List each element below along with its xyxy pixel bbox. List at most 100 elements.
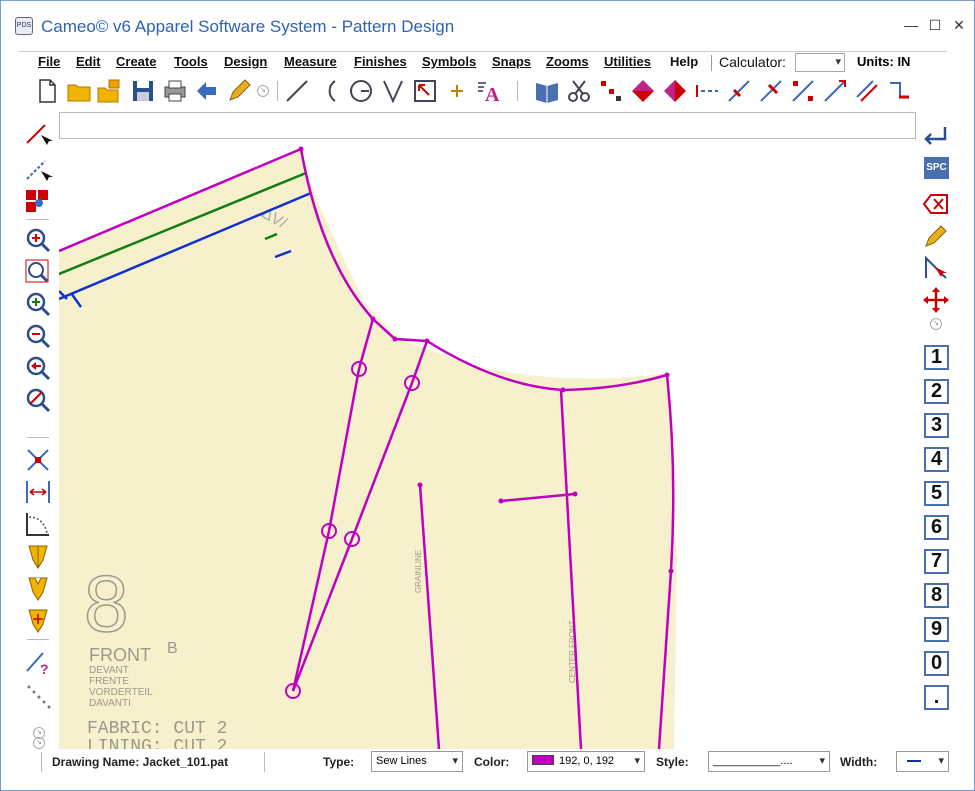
circle-icon[interactable] bbox=[347, 77, 375, 105]
command-line-input[interactable] bbox=[59, 112, 916, 139]
arc-icon[interactable] bbox=[315, 77, 343, 105]
menu-measure[interactable]: Measure bbox=[284, 54, 337, 69]
pattern-lining-label: LINING: CUT 2 bbox=[87, 737, 227, 749]
split-icon[interactable] bbox=[789, 77, 817, 105]
delete-icon[interactable] bbox=[921, 189, 951, 219]
toolbar-separator bbox=[27, 639, 49, 640]
minimize-button[interactable]: — bbox=[901, 13, 921, 37]
number-button-2[interactable]: 2 bbox=[924, 379, 949, 404]
right-toolbar-more-icon[interactable]: ↘ bbox=[930, 318, 942, 330]
number-button-decimal[interactable]: . bbox=[924, 685, 949, 710]
parallel-icon[interactable] bbox=[853, 77, 881, 105]
save-icon[interactable] bbox=[129, 77, 157, 105]
pencil-icon[interactable] bbox=[225, 77, 253, 105]
scissors-icon[interactable] bbox=[565, 77, 593, 105]
menu-help[interactable]: Help bbox=[670, 54, 698, 69]
menu-file[interactable]: File bbox=[38, 54, 60, 69]
number-button-4[interactable]: 4 bbox=[924, 447, 949, 472]
zoom-plus-icon[interactable] bbox=[23, 289, 53, 319]
zoom-in-icon[interactable] bbox=[23, 225, 53, 255]
number-button-7[interactable]: 7 bbox=[924, 549, 949, 574]
line-icon[interactable] bbox=[283, 77, 311, 105]
select-line-icon[interactable] bbox=[23, 155, 53, 185]
select-piece-icon[interactable] bbox=[23, 187, 53, 217]
toolbar-separator bbox=[517, 81, 518, 101]
color-label: Color: bbox=[474, 755, 510, 769]
type-select-value: Sew Lines bbox=[376, 755, 427, 767]
cross-icon[interactable] bbox=[757, 77, 785, 105]
width-select[interactable] bbox=[896, 751, 949, 772]
type-select[interactable]: Sew Lines bbox=[371, 751, 463, 772]
dash-line-icon[interactable] bbox=[693, 77, 721, 105]
right-toolbar: SPC ↘ 1 2 3 4 5 6 7 8 9 0 . bbox=[921, 113, 953, 723]
measure-distance-icon[interactable] bbox=[23, 477, 53, 507]
intersect-icon[interactable] bbox=[725, 77, 753, 105]
menu-utilities[interactable]: Utilities bbox=[604, 54, 651, 69]
rectangle-icon[interactable] bbox=[411, 77, 439, 105]
number-button-3[interactable]: 3 bbox=[924, 413, 949, 438]
calculator-select[interactable] bbox=[795, 53, 845, 72]
point-icon[interactable] bbox=[443, 77, 471, 105]
move-corner-icon[interactable] bbox=[885, 77, 913, 105]
number-button-1[interactable]: 1 bbox=[924, 345, 949, 370]
curve-measure-icon[interactable] bbox=[23, 509, 53, 539]
piece-notch-icon[interactable] bbox=[23, 573, 53, 603]
menu-zooms[interactable]: Zooms bbox=[546, 54, 589, 69]
pencil-edit-icon[interactable] bbox=[921, 221, 951, 251]
pattern-fabric-label: FABRIC: CUT 2 bbox=[87, 719, 227, 739]
number-button-9[interactable]: 9 bbox=[924, 617, 949, 642]
points-icon[interactable] bbox=[597, 77, 625, 105]
dots-icon[interactable] bbox=[23, 681, 53, 711]
more-icon[interactable]: ↘ bbox=[257, 85, 269, 97]
move-points-icon[interactable] bbox=[23, 445, 53, 475]
menu-edit[interactable]: Edit bbox=[76, 54, 101, 69]
menu-finishes[interactable]: Finishes bbox=[354, 54, 407, 69]
menu-snaps[interactable]: Snaps bbox=[492, 54, 531, 69]
piece-yellow-icon[interactable] bbox=[23, 541, 53, 571]
zoom-off-icon[interactable] bbox=[23, 385, 53, 415]
dart-icon[interactable] bbox=[379, 77, 407, 105]
toolbar-separator bbox=[277, 81, 278, 101]
open-multiple-icon[interactable] bbox=[95, 77, 123, 105]
menu-tools[interactable]: Tools bbox=[174, 54, 208, 69]
number-button-6[interactable]: 6 bbox=[924, 515, 949, 540]
new-file-icon[interactable] bbox=[33, 77, 61, 105]
pattern-piece-code: B bbox=[167, 640, 178, 657]
close-button[interactable]: ✕ bbox=[949, 13, 969, 37]
drawing-canvas[interactable]: 8 FRONT B DEVANT FRENTE VORDERTEIL DAVAN… bbox=[59, 141, 919, 749]
color-select[interactable]: 192, 0, 192 bbox=[527, 751, 645, 772]
open-folder-icon[interactable] bbox=[65, 77, 93, 105]
sew-line-vertex bbox=[392, 336, 398, 342]
zoom-window-icon[interactable] bbox=[23, 257, 53, 287]
zoom-previous-icon[interactable] bbox=[23, 353, 53, 383]
canvas-corner-icon[interactable]: ↘ bbox=[33, 737, 45, 749]
sew-line-vertex bbox=[572, 491, 578, 497]
menu-symbols[interactable]: Symbols bbox=[422, 54, 476, 69]
book-icon[interactable] bbox=[533, 77, 561, 105]
print-icon[interactable] bbox=[161, 77, 189, 105]
menu-create[interactable]: Create bbox=[116, 54, 156, 69]
menu-design[interactable]: Design bbox=[224, 54, 267, 69]
zoom-minus-icon[interactable] bbox=[23, 321, 53, 351]
mirror-vertical-icon[interactable] bbox=[661, 77, 689, 105]
text-icon[interactable]: A bbox=[475, 77, 503, 105]
piece-grade-icon[interactable] bbox=[23, 605, 53, 635]
snap-icon[interactable] bbox=[921, 253, 951, 283]
pattern-translation-3: VORDERTEIL bbox=[89, 687, 153, 698]
move-cross-icon[interactable] bbox=[921, 285, 951, 315]
pattern-piece-label: FRONT bbox=[89, 645, 151, 665]
width-label: Width: bbox=[840, 755, 878, 769]
select-point-icon[interactable] bbox=[23, 119, 53, 149]
number-button-0[interactable]: 0 bbox=[924, 651, 949, 676]
help-line-icon[interactable]: ? bbox=[23, 647, 53, 677]
extend-icon[interactable] bbox=[821, 77, 849, 105]
number-button-5[interactable]: 5 bbox=[924, 481, 949, 506]
maximize-button[interactable]: ☐ bbox=[925, 13, 945, 37]
number-button-8[interactable]: 8 bbox=[924, 583, 949, 608]
space-icon[interactable]: SPC bbox=[924, 157, 949, 179]
undo-icon[interactable] bbox=[193, 77, 221, 105]
style-select[interactable]: ___________.... bbox=[708, 751, 830, 772]
enter-icon[interactable] bbox=[921, 121, 951, 151]
mirror-horizontal-icon[interactable] bbox=[629, 77, 657, 105]
status-separator bbox=[264, 752, 265, 772]
